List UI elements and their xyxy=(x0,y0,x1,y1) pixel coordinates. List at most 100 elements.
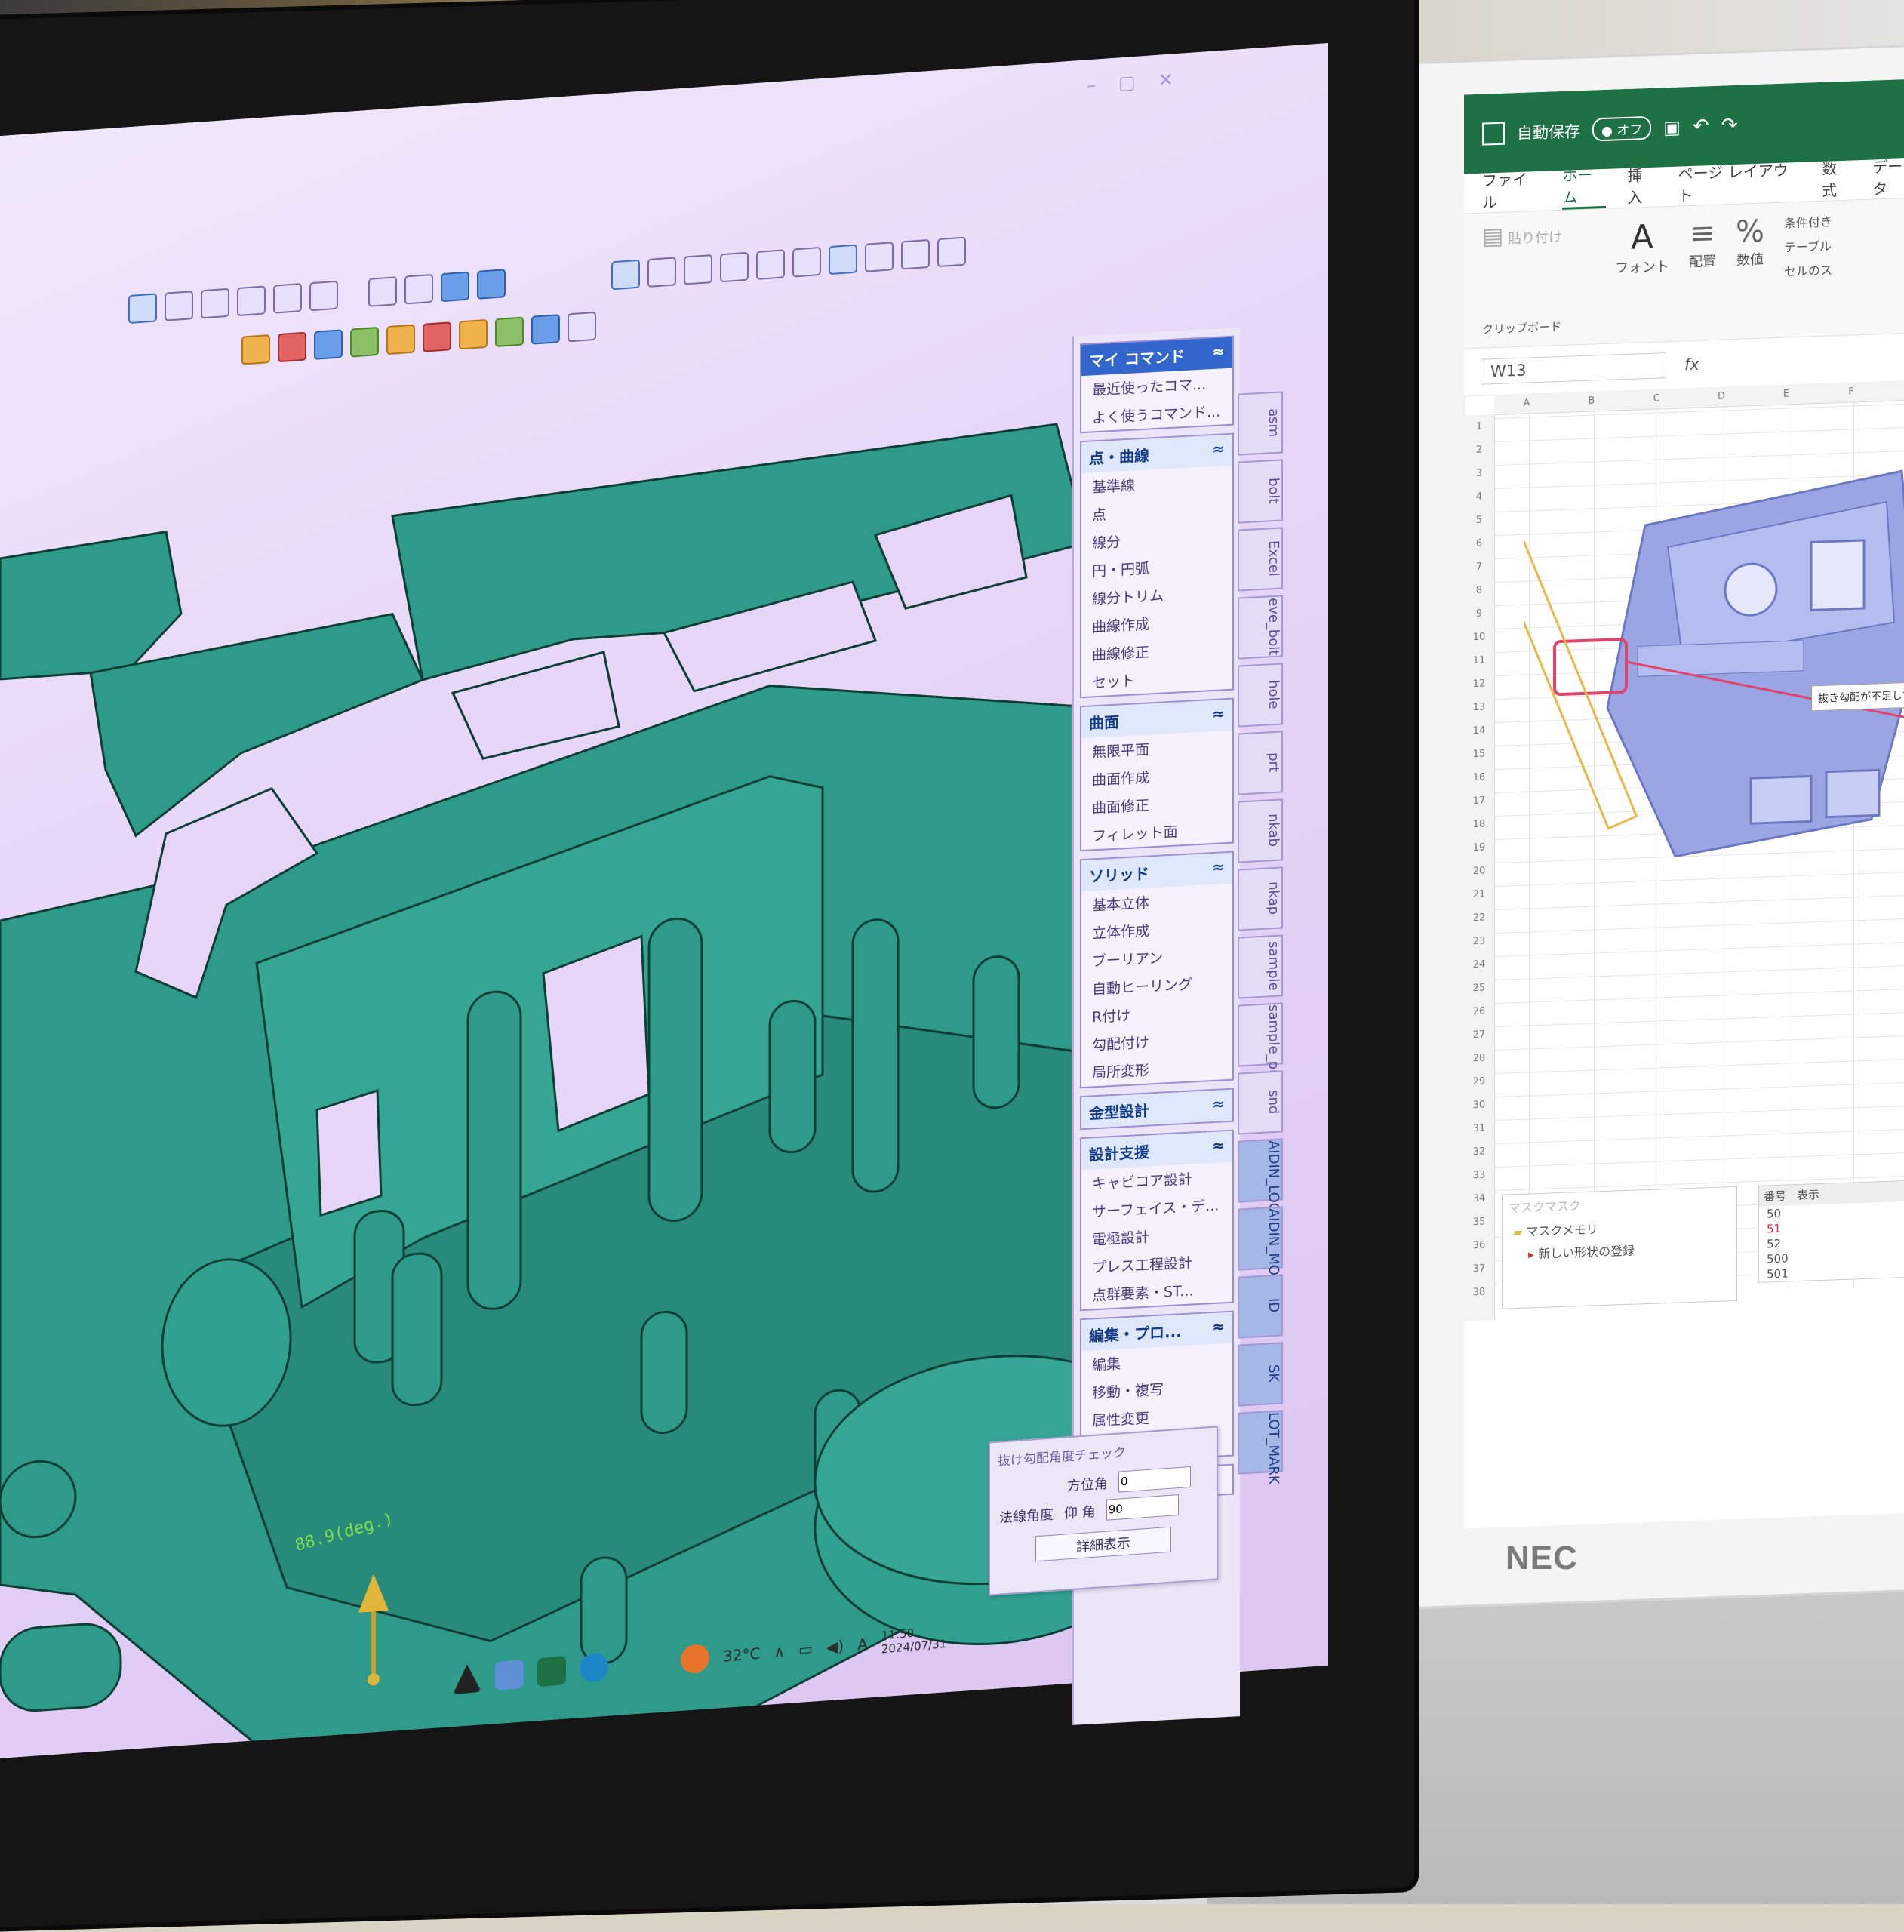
collapse-icon[interactable]: ≈ xyxy=(1212,857,1225,880)
tab-insert[interactable]: 挿入 xyxy=(1627,163,1656,208)
row-header[interactable]: 3 xyxy=(1464,461,1494,485)
lock-view-icon[interactable] xyxy=(477,269,506,300)
view-button-6[interactable] xyxy=(309,281,338,312)
layout-three-icon[interactable] xyxy=(756,249,785,280)
row-header[interactable]: 14 xyxy=(1464,718,1494,743)
collapse-icon[interactable]: ≈ xyxy=(1212,1317,1225,1340)
number-button[interactable]: % 数値 xyxy=(1736,214,1764,328)
solid-icon[interactable] xyxy=(386,325,415,355)
layer-tab[interactable]: bolt xyxy=(1238,459,1283,524)
layout-b-icon[interactable] xyxy=(865,242,894,272)
layer-tab[interactable]: sample xyxy=(1238,934,1283,999)
cube-icon[interactable] xyxy=(350,327,379,358)
layer-tab[interactable]: AIDIN_LOGO xyxy=(1238,1138,1283,1225)
tray-chevron-icon[interactable]: ∧ xyxy=(774,1642,785,1661)
collapse-icon[interactable]: ≈ xyxy=(1212,704,1225,727)
row-header[interactable]: 1 xyxy=(1464,414,1494,438)
row-header[interactable]: 22 xyxy=(1464,906,1494,930)
layout-quad-icon[interactable] xyxy=(720,252,749,283)
column-header[interactable]: E xyxy=(1754,383,1819,405)
conditional-format-button[interactable]: 条件付き xyxy=(1784,211,1832,231)
row-header[interactable]: 13 xyxy=(1464,695,1494,719)
volume-icon[interactable]: ◀) xyxy=(826,1637,844,1657)
layer-tab[interactable]: AIDIN_MOJI xyxy=(1238,1206,1283,1284)
paste-button[interactable]: ▤ 貼り付け xyxy=(1482,220,1595,251)
row-header[interactable]: 23 xyxy=(1464,929,1494,953)
save-icon[interactable]: ▣ xyxy=(1663,116,1681,138)
layer-tab[interactable]: Excel xyxy=(1238,527,1283,592)
tab-formulas[interactable]: 数式 xyxy=(1822,156,1851,201)
font-button[interactable]: A フォント xyxy=(1615,217,1669,333)
row-header[interactable]: 6 xyxy=(1464,531,1494,555)
redo-icon[interactable]: ↷ xyxy=(1721,113,1738,137)
layer-tab[interactable]: prt xyxy=(1238,731,1283,795)
command-group-header[interactable]: 金型設計 ≈ xyxy=(1081,1089,1232,1129)
row-header[interactable]: 32 xyxy=(1464,1140,1494,1164)
maximize-icon[interactable]: ▢ xyxy=(1118,72,1136,94)
layout-d-icon[interactable] xyxy=(937,236,966,267)
widgets-icon[interactable] xyxy=(495,1659,524,1691)
column-header[interactable]: C xyxy=(1624,388,1689,410)
layout-single-icon[interactable] xyxy=(611,260,640,291)
undo-icon[interactable]: ↶ xyxy=(1693,115,1709,138)
row-header[interactable]: 12 xyxy=(1464,672,1494,696)
ime-icon[interactable]: A xyxy=(857,1635,868,1654)
layer-tab[interactable]: hole xyxy=(1238,663,1283,728)
table-format-button[interactable]: テーブル xyxy=(1784,235,1832,255)
layer-tab[interactable]: SK xyxy=(1238,1342,1283,1407)
book-open-icon[interactable] xyxy=(404,274,433,305)
layout-split-v-icon[interactable] xyxy=(647,257,676,288)
render-icon[interactable] xyxy=(441,272,469,303)
autosave-toggle[interactable]: ● オフ xyxy=(1592,115,1652,142)
fx-icon[interactable]: fx xyxy=(1684,355,1699,374)
row-header[interactable]: 17 xyxy=(1464,789,1494,813)
clock[interactable]: 11:50 2024/07/31 xyxy=(881,1623,946,1657)
row-header[interactable]: 9 xyxy=(1464,601,1494,626)
layout-a-icon[interactable] xyxy=(829,245,857,275)
name-box[interactable]: W13 xyxy=(1481,352,1666,385)
column-header[interactable]: B xyxy=(1559,390,1624,412)
column-header[interactable]: F xyxy=(1819,381,1884,403)
layout-split-h-icon[interactable] xyxy=(684,254,712,285)
network-icon[interactable]: ▭ xyxy=(798,1639,813,1659)
row-header[interactable]: 24 xyxy=(1464,952,1494,977)
row-header[interactable]: 2 xyxy=(1464,438,1494,462)
column-header[interactable]: D xyxy=(1689,386,1754,408)
row-header[interactable]: 28 xyxy=(1464,1046,1494,1070)
start-icon[interactable] xyxy=(453,1663,481,1694)
row-header[interactable]: 29 xyxy=(1464,1069,1494,1094)
row-header[interactable]: 20 xyxy=(1464,859,1494,883)
row-header[interactable]: 25 xyxy=(1464,976,1494,1000)
row-header[interactable]: 16 xyxy=(1464,765,1494,789)
layer-tab[interactable]: ID xyxy=(1238,1274,1283,1339)
collapse-icon[interactable]: ≈ xyxy=(1212,342,1225,365)
detail-button[interactable]: 詳細表示 xyxy=(1035,1526,1171,1562)
layer-tab[interactable]: snd xyxy=(1238,1070,1283,1135)
weather-icon[interactable] xyxy=(681,1643,709,1675)
tab-home[interactable]: ホーム xyxy=(1562,162,1607,210)
close-icon[interactable]: ✕ xyxy=(1158,69,1173,91)
layer-icon[interactable] xyxy=(495,316,524,347)
stack-icon[interactable] xyxy=(531,314,560,345)
part-preview-image[interactable] xyxy=(1524,426,1904,892)
edge-icon[interactable] xyxy=(580,1652,608,1684)
row-header[interactable]: 15 xyxy=(1464,742,1494,766)
view-button-2[interactable] xyxy=(165,291,193,321)
table-icon[interactable] xyxy=(314,329,343,360)
paint-icon[interactable] xyxy=(459,319,488,350)
box-icon[interactable] xyxy=(568,312,596,343)
spreadsheet-grid[interactable]: ABCDEF 1 2 3 4 5 6 7 8 9 10 11 12 13 14 15 16 17 18 19 20 21… xyxy=(1464,380,1904,1321)
row-header[interactable]: 27 xyxy=(1464,1023,1494,1047)
tab-file[interactable]: ファイル xyxy=(1482,167,1541,213)
info-icon[interactable] xyxy=(278,332,306,363)
row-header[interactable]: 5 xyxy=(1464,508,1494,532)
minimize-icon[interactable]: – xyxy=(1087,74,1096,96)
view-button-3[interactable] xyxy=(201,288,229,319)
row-header[interactable]: 21 xyxy=(1464,882,1494,906)
azimuth-input[interactable] xyxy=(1118,1466,1191,1493)
tab-page-layout[interactable]: ページ レイアウト xyxy=(1678,158,1801,206)
collapse-icon[interactable]: ≈ xyxy=(1212,1136,1225,1158)
row-header[interactable]: 30 xyxy=(1464,1093,1494,1117)
row-header[interactable]: 11 xyxy=(1464,648,1494,672)
elevation-input[interactable] xyxy=(1106,1494,1179,1521)
